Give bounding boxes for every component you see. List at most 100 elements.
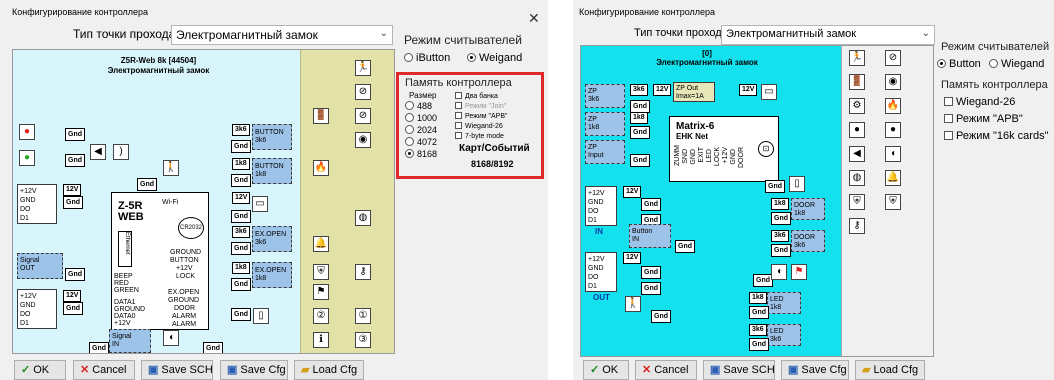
option-16k-cards[interactable]: Режим "16k cards" bbox=[944, 130, 1048, 142]
running-man-icon: 🚶 bbox=[625, 296, 641, 312]
pin-right: EX.OPEN bbox=[168, 289, 200, 296]
button-block-label: BUTTON 1k8 bbox=[255, 163, 284, 178]
option-wiegand26[interactable]: Wiegand-26 bbox=[944, 96, 1015, 108]
running-man-red-icon[interactable]: ⚑ bbox=[313, 284, 329, 300]
running-man-icon[interactable]: 🏃 bbox=[849, 50, 865, 66]
zp-label: ZP 1k8 bbox=[588, 116, 600, 131]
zp-block-3k6: ZP 3k6 bbox=[585, 84, 625, 108]
speaker-icon[interactable]: ◀ bbox=[849, 146, 865, 162]
reader-in-label: IN bbox=[595, 227, 603, 236]
resistor-tag: 1k8 bbox=[749, 292, 767, 304]
option-two-banks[interactable]: Два банка bbox=[455, 92, 498, 100]
door-icon[interactable]: 🚪 bbox=[849, 74, 865, 90]
load-cfg-button[interactable]: ▰ Load Cfg bbox=[855, 360, 925, 380]
door-block-1k8: DOOR 1k8 bbox=[791, 198, 825, 220]
close-icon[interactable]: ✕ bbox=[528, 10, 540, 27]
info-icon[interactable]: ℹ bbox=[313, 332, 329, 348]
fire-icon[interactable]: 🔥 bbox=[885, 98, 901, 114]
size-2024[interactable]: 2024 bbox=[405, 125, 437, 135]
passage-type-select[interactable]: Электромагнитный замок ⌄ bbox=[721, 25, 935, 45]
size-label: Размер bbox=[409, 91, 437, 100]
gnd-tag: Gnd bbox=[63, 196, 83, 209]
ok-button[interactable]: ✓ OK bbox=[14, 360, 66, 380]
led-block-1k8: LED 1k8 bbox=[767, 292, 801, 314]
option-apb[interactable]: Режим "APB" bbox=[455, 112, 508, 120]
save-cfg-button[interactable]: ▣ Save Cfg bbox=[781, 360, 849, 380]
reader-mode-weigand[interactable]: Weigand bbox=[467, 52, 522, 64]
signal-out-block: Signal OUT bbox=[17, 253, 63, 279]
passage-type-value: Электромагнитный замок bbox=[176, 28, 318, 42]
load-cfg-button[interactable]: ▰ Load Cfg bbox=[294, 360, 364, 380]
size-488[interactable]: 488 bbox=[405, 101, 432, 111]
no-entry-icon[interactable]: ⊘ bbox=[885, 50, 901, 66]
running-man-icon[interactable]: 🏃 bbox=[355, 60, 371, 76]
number-1-icon[interactable]: ① bbox=[355, 308, 371, 324]
passage-type-select[interactable]: Электромагнитный замок ⌄ bbox=[171, 25, 393, 45]
exopen-block-3k6: EX.OPEN 3k6 bbox=[252, 226, 292, 252]
cancel-button[interactable]: ✕ Cancel bbox=[635, 360, 697, 380]
tag-12v: 12V bbox=[232, 192, 251, 204]
alarm-icon[interactable]: ◍ bbox=[849, 170, 865, 186]
radio-label: iButton bbox=[416, 52, 451, 64]
door-icon[interactable]: 🚪 bbox=[313, 108, 329, 124]
bell-icon[interactable]: 🔔 bbox=[313, 236, 329, 252]
option-join[interactable]: Режим "Join" bbox=[455, 102, 506, 110]
lock-icon: ▭ bbox=[252, 196, 268, 212]
save-cfg-button[interactable]: ▣ Save Cfg bbox=[220, 360, 288, 380]
reader-pin: D1 bbox=[588, 217, 597, 224]
led-icon[interactable]: ● bbox=[885, 122, 901, 138]
size-4072[interactable]: 4072 bbox=[405, 137, 437, 147]
number-3-icon[interactable]: ③ bbox=[355, 332, 371, 348]
running-man-red-icon: ⚑ bbox=[791, 264, 807, 280]
save-sch-button[interactable]: ▣ Save SCH bbox=[703, 360, 775, 380]
memory-title: Память контроллера bbox=[941, 79, 1048, 91]
board-pin: SND bbox=[682, 149, 689, 164]
bell-icon[interactable]: 🔔 bbox=[885, 170, 901, 186]
save-sch-button[interactable]: ▣ Save SCH bbox=[141, 360, 213, 380]
option-apb[interactable]: Режим "APB" bbox=[944, 113, 1023, 125]
fire-icon[interactable]: 🔥 bbox=[313, 160, 329, 176]
size-1000[interactable]: 1000 bbox=[405, 113, 437, 123]
board-pin: DOOR bbox=[738, 147, 745, 168]
no-entry-icon[interactable]: ⊘ bbox=[355, 108, 371, 124]
shield-icon[interactable]: ⛨ bbox=[313, 264, 329, 280]
number-2-icon[interactable]: ② bbox=[313, 308, 329, 324]
key-icon[interactable]: ⚷ bbox=[849, 218, 865, 234]
signal-in-label: Signal IN bbox=[112, 333, 132, 348]
lock-icon[interactable]: ◉ bbox=[355, 132, 371, 148]
checkbox-icon bbox=[944, 114, 953, 123]
controller-board: Matrix-6 EHK Net ⊡ ZUMM SND GND EXIT LED… bbox=[669, 116, 779, 182]
pin-right: LOCK bbox=[176, 273, 196, 280]
cancel-button[interactable]: ✕ Cancel bbox=[73, 360, 135, 380]
running-man-icon: 🚶 bbox=[163, 160, 179, 176]
siren-icon[interactable]: ◖ bbox=[885, 146, 901, 162]
radio-label: Wiegand bbox=[1001, 58, 1045, 70]
wiring-diagram: Z5R-Web 8k [44504] Электромагнитный замо… bbox=[12, 49, 395, 354]
gnd-tag: Gnd bbox=[749, 306, 769, 319]
reader-mode-button[interactable]: Button bbox=[937, 58, 981, 70]
option-wiegand26[interactable]: Wiegand-26 bbox=[455, 122, 503, 130]
radio-selected-icon bbox=[467, 53, 476, 62]
pin-right: ALARM bbox=[172, 321, 197, 328]
battery-cr2032: CR2032 bbox=[178, 217, 204, 239]
signal-out-label: Signal OUT bbox=[20, 257, 40, 272]
reader-mode-ibutton[interactable]: iButton bbox=[404, 52, 450, 64]
controller-board: Z-5R WEB Wi-Fi CR2032 Ethernet BEEP RED … bbox=[111, 192, 209, 330]
option-7byte[interactable]: 7-byte mode bbox=[455, 132, 504, 140]
cancel-x-icon: ✕ bbox=[642, 364, 652, 376]
shield-icon[interactable]: ⛨ bbox=[885, 194, 901, 210]
lock-icon[interactable]: ◉ bbox=[885, 74, 901, 90]
shield-icon[interactable]: ⛨ bbox=[849, 194, 865, 210]
reader-2: +12V GND DO D1 bbox=[17, 289, 57, 329]
led-icon[interactable]: ● bbox=[849, 122, 865, 138]
reader-mode-wiegand[interactable]: Wiegand bbox=[989, 58, 1044, 70]
key-icon[interactable]: ⚷ bbox=[355, 264, 371, 280]
reader-pin: +12V bbox=[588, 190, 605, 197]
ok-button[interactable]: ✓ OK bbox=[583, 360, 629, 380]
tag-12v: 12V bbox=[623, 252, 642, 264]
size-8168[interactable]: 8168 bbox=[405, 149, 437, 159]
camera-icon[interactable]: ⚙ bbox=[849, 98, 865, 114]
alarm-icon[interactable]: ◍ bbox=[355, 210, 371, 226]
no-entry-icon[interactable]: ⊘ bbox=[355, 84, 371, 100]
button-block-1k8: BUTTON 1k8 bbox=[252, 158, 292, 184]
